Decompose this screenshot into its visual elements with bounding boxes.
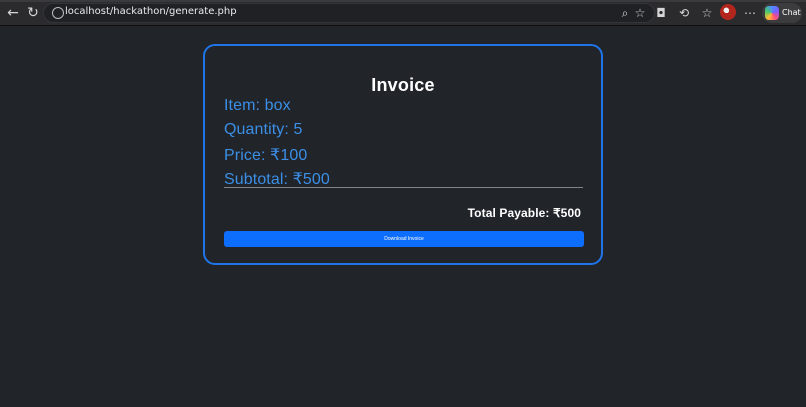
favorites-icon: ☆ bbox=[701, 6, 713, 20]
address-bar[interactable]: localhost/hackathon/generate.php bbox=[43, 3, 655, 23]
copilot-icon bbox=[765, 6, 779, 20]
extension-button[interactable]: ⟲ bbox=[676, 5, 692, 21]
invoice-card: Invoice Item: box Quantity: 5 Price: ₹10… bbox=[203, 44, 603, 265]
refresh-icon: ↻ bbox=[27, 5, 39, 21]
screenshot-button[interactable]: ◘ bbox=[653, 5, 669, 21]
item-line: Item: box bbox=[224, 97, 291, 114]
download-invoice-button[interactable]: Download Invoice bbox=[224, 231, 584, 247]
favorite-button[interactable]: ☆ bbox=[632, 5, 648, 21]
favorite-star-icon: ☆ bbox=[634, 6, 646, 20]
zoom-icon: ⌕ bbox=[621, 6, 629, 20]
page-content: Invoice Item: box Quantity: 5 Price: ₹10… bbox=[0, 26, 806, 407]
camera-icon: ◘ bbox=[656, 6, 666, 20]
chat-button[interactable]: Chat bbox=[762, 3, 802, 23]
divider bbox=[224, 187, 583, 188]
site-info-icon[interactable] bbox=[52, 7, 64, 19]
zoom-button[interactable]: ⌕ bbox=[617, 5, 633, 21]
profile-avatar[interactable] bbox=[720, 4, 736, 20]
quantity-line: Quantity: 5 bbox=[224, 121, 303, 138]
back-button[interactable]: ← bbox=[5, 5, 21, 21]
tab-strip bbox=[0, 0, 806, 2]
refresh-button[interactable]: ↻ bbox=[25, 5, 41, 21]
favorites-button[interactable]: ☆ bbox=[699, 5, 715, 21]
more-options-icon: ⋯ bbox=[744, 6, 756, 20]
back-arrow-icon: ← bbox=[7, 5, 19, 21]
subtotal-line: Subtotal: ₹500 bbox=[224, 171, 330, 188]
url-text[interactable]: localhost/hackathon/generate.php bbox=[65, 6, 237, 17]
total-payable: Total Payable: ₹500 bbox=[467, 206, 581, 220]
extension-icon: ⟲ bbox=[678, 6, 690, 20]
price-line: Price: ₹100 bbox=[224, 147, 308, 164]
chat-label: Chat bbox=[782, 8, 801, 17]
invoice-title: Invoice bbox=[371, 75, 435, 96]
browser-toolbar: ← ↻ localhost/hackathon/generate.php ⌕ ☆… bbox=[0, 0, 806, 26]
more-options-button[interactable]: ⋯ bbox=[742, 5, 758, 21]
